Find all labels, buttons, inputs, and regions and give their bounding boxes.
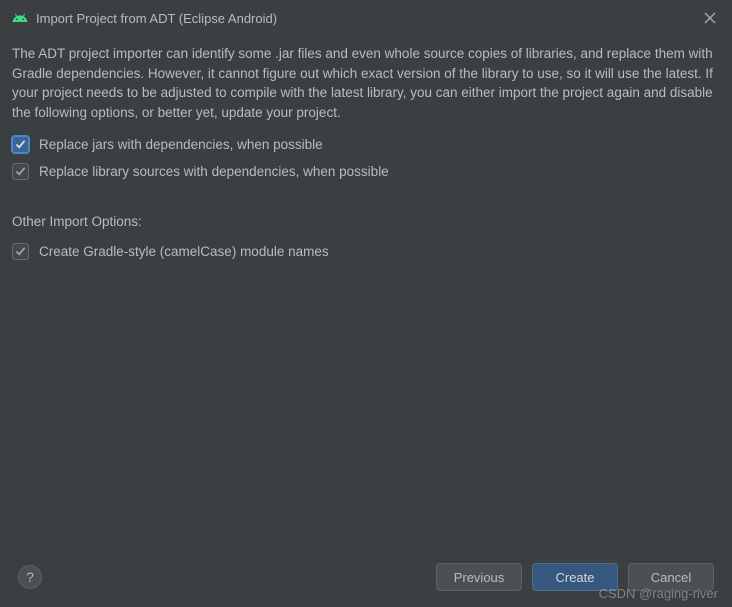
create-button[interactable]: Create: [532, 563, 618, 591]
checkbox-label-camel-case: Create Gradle-style (camelCase) module n…: [39, 244, 329, 259]
help-button[interactable]: ?: [18, 565, 42, 589]
checkbox-label-replace-lib-sources: Replace library sources with dependencie…: [39, 164, 389, 179]
cancel-button[interactable]: Cancel: [628, 563, 714, 591]
checkbox-replace-jars[interactable]: [12, 136, 29, 153]
previous-button[interactable]: Previous: [436, 563, 522, 591]
titlebar: Import Project from ADT (Eclipse Android…: [0, 0, 732, 36]
android-icon: [12, 10, 28, 26]
checkbox-replace-lib-sources[interactable]: [12, 163, 29, 180]
checkbox-row-replace-jars[interactable]: Replace jars with dependencies, when pos…: [12, 136, 720, 153]
help-icon: ?: [26, 569, 34, 585]
window-title: Import Project from ADT (Eclipse Android…: [36, 11, 700, 26]
checkmark-icon: [15, 246, 26, 257]
dialog-content: The ADT project importer can identify so…: [0, 36, 732, 260]
checkmark-icon: [15, 166, 26, 177]
checkbox-label-replace-jars: Replace jars with dependencies, when pos…: [39, 137, 323, 152]
checkmark-icon: [15, 139, 26, 150]
checkbox-row-camel-case[interactable]: Create Gradle-style (camelCase) module n…: [12, 243, 720, 260]
description-text: The ADT project importer can identify so…: [12, 44, 720, 122]
dialog-footer: ? Previous Create Cancel: [0, 547, 732, 607]
checkbox-row-replace-lib-sources[interactable]: Replace library sources with dependencie…: [12, 163, 720, 180]
checkbox-camel-case[interactable]: [12, 243, 29, 260]
close-icon[interactable]: [700, 8, 720, 28]
section-label-other-options: Other Import Options:: [12, 214, 720, 229]
